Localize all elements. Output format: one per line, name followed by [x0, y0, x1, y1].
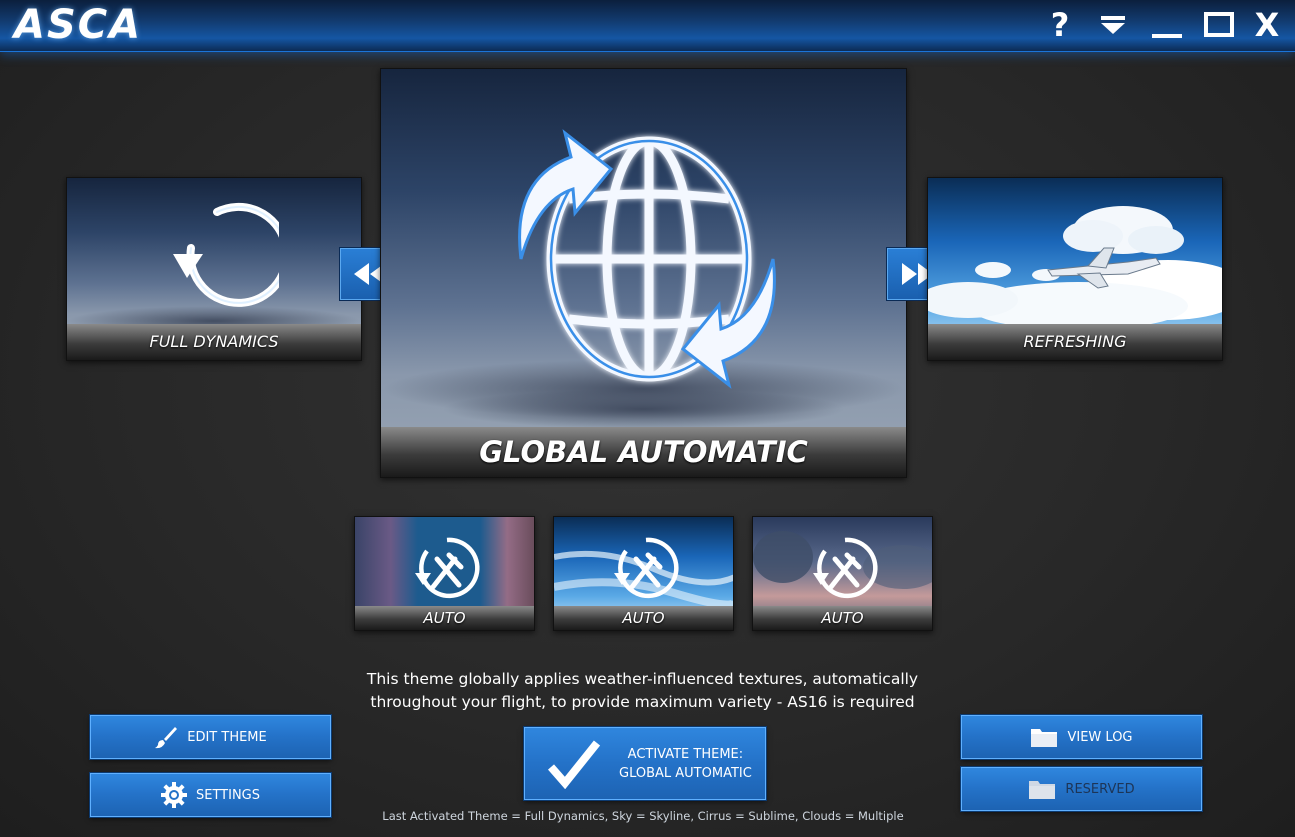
app-title: ASCA — [14, 2, 143, 48]
cloud-airplane-image — [928, 206, 1222, 326]
theme-description: This theme globally applies weather-infl… — [350, 668, 935, 714]
previous-theme-card[interactable]: FULL DYNAMICS — [66, 177, 362, 361]
edit-theme-label: EDIT THEME — [187, 729, 267, 745]
previous-theme-label: FULL DYNAMICS — [67, 324, 361, 360]
auto-tools-icon — [614, 537, 679, 599]
reserved-button[interactable]: RESERVED — [961, 767, 1202, 811]
maximize-button[interactable] — [1201, 6, 1237, 44]
close-button[interactable]: X — [1249, 6, 1285, 44]
paintbrush-icon — [154, 725, 178, 749]
checkmark-icon — [547, 739, 601, 789]
current-theme-card[interactable]: GLOBAL AUTOMATIC — [380, 68, 907, 478]
title-bar: ASCA ? X — [0, 0, 1295, 52]
settings-button[interactable]: SETTINGS — [90, 773, 331, 817]
next-theme-card[interactable]: REFRESHING — [927, 177, 1223, 361]
next-theme-label: REFRESHING — [928, 324, 1222, 360]
activate-theme-label: ACTIVATE THEME: — [627, 746, 744, 762]
sky-sub-theme-card[interactable]: AUTO — [354, 516, 535, 631]
maximize-icon — [1204, 12, 1234, 37]
clouds-sub-theme-label: AUTO — [753, 606, 932, 630]
dropdown-button[interactable] — [1095, 6, 1131, 44]
sky-sub-theme-label: AUTO — [355, 606, 534, 630]
help-button[interactable]: ? — [1042, 6, 1078, 44]
description-line-2: throughout your flight, to provide maxim… — [370, 693, 915, 711]
activate-theme-button[interactable]: ACTIVATE THEME: GLOBAL AUTOMATIC — [524, 727, 766, 800]
view-log-button[interactable]: VIEW LOG — [961, 715, 1202, 759]
minimize-button[interactable] — [1149, 6, 1185, 44]
minimize-icon — [1152, 34, 1182, 38]
activate-theme-name: GLOBAL AUTOMATIC — [619, 765, 752, 781]
clouds-sub-theme-card[interactable]: AUTO — [752, 516, 933, 631]
gear-icon — [160, 782, 187, 808]
edit-theme-button[interactable]: EDIT THEME — [90, 715, 331, 759]
current-theme-label: GLOBAL AUTOMATIC — [381, 427, 906, 477]
settings-label: SETTINGS — [195, 787, 260, 803]
cirrus-sub-theme-card[interactable]: AUTO — [553, 516, 734, 631]
refresh-cycle-icon — [173, 202, 279, 307]
description-line-1: This theme globally applies weather-infl… — [366, 670, 919, 688]
view-log-label: VIEW LOG — [1067, 729, 1133, 745]
folder-icon — [1030, 726, 1058, 748]
last-activated-status: Last Activated Theme = Full Dynamics, Sk… — [382, 809, 904, 823]
folder-icon — [1028, 778, 1056, 800]
auto-tools-icon — [415, 537, 480, 599]
reserved-label: RESERVED — [1065, 781, 1135, 797]
dropdown-icon — [1101, 16, 1125, 34]
cirrus-sub-theme-label: AUTO — [554, 606, 733, 630]
auto-tools-icon — [813, 537, 878, 599]
globe-refresh-icon — [518, 129, 776, 389]
activate-theme-text: ACTIVATE THEME: GLOBAL AUTOMATIC — [619, 745, 752, 783]
